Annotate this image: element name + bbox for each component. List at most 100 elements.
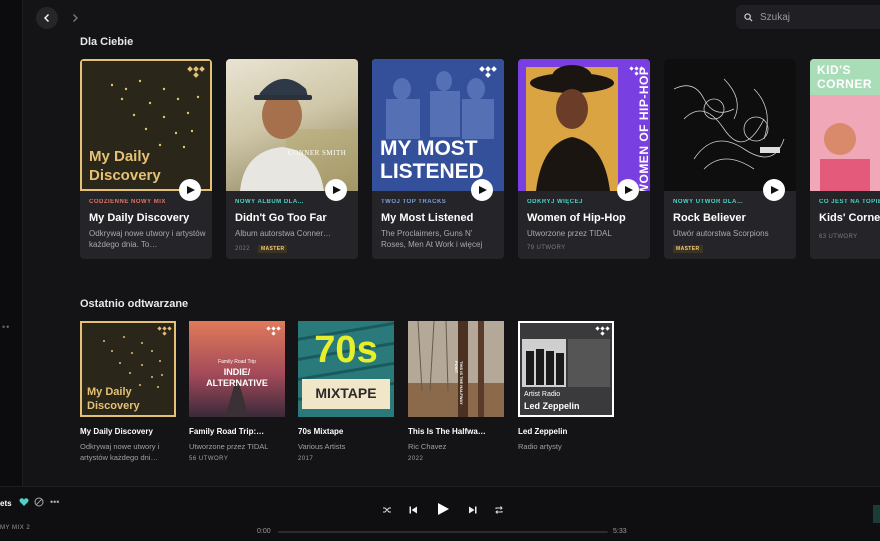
recent-artwork: My Daily Discovery: [80, 321, 176, 417]
player-edge-accent: [873, 505, 880, 523]
card-subtitle: The Proclaimers, Guns N' Roses, Men At W…: [381, 229, 483, 249]
play-icon: [625, 186, 633, 194]
recent-title: This Is The Halfwa…: [408, 427, 486, 436]
featured-card-rock-believer[interactable]: NOWY UTWÓR DLA… Rock Believer Utwór auto…: [664, 59, 796, 259]
recent-artwork: Family Road Trip INDIE/ ALTERNATIVE: [189, 321, 285, 417]
recent-subtitle: Odkrywaj nowe utwory i artystów każdego …: [80, 442, 160, 462]
master-badge: MASTER: [673, 245, 703, 253]
back-button[interactable]: [36, 7, 58, 29]
elapsed-time: 0:00: [257, 528, 271, 535]
sidebar: ••: [0, 0, 23, 486]
shuffle-icon[interactable]: [382, 505, 392, 515]
card-eyebrow: NOWY ALBUM DLA…: [235, 199, 305, 205]
next-track-icon[interactable]: [468, 505, 478, 515]
card-title: Rock Believer: [673, 212, 746, 224]
card-title: My Most Listened: [381, 212, 474, 224]
block-icon[interactable]: [34, 497, 44, 507]
progress-bar[interactable]: [278, 531, 608, 533]
recent-subtitle: Radio artysty: [518, 442, 562, 451]
tidal-logo-icon: [157, 326, 172, 336]
search-input[interactable]: [758, 10, 880, 24]
recent-art-top: Family Road Trip: [218, 359, 256, 365]
play-icon: [333, 186, 341, 194]
recent-art-line2: ALTERNATIVE: [206, 378, 268, 388]
card-artwork: KID'S CORNER: [810, 59, 880, 191]
play-button[interactable]: [179, 179, 201, 201]
play-button[interactable]: [763, 179, 785, 201]
recent-art-line1: 70s: [314, 329, 378, 371]
card-artwork: WOMEN OF HIP-HOP: [518, 59, 650, 191]
card-eyebrow: TWÓJ TOP TRACKS: [381, 199, 447, 205]
card-title: Didn't Go Too Far: [235, 212, 327, 224]
recent-title: Family Road Trip:…: [189, 427, 265, 436]
card-title: My Daily Discovery: [89, 212, 190, 224]
recent-info: 56 UTWORY: [189, 456, 229, 462]
more-options-icon[interactable]: •••: [50, 497, 59, 507]
forward-button[interactable]: [64, 7, 86, 29]
tidal-logo-icon: [187, 66, 205, 78]
portrait-artwork: [240, 78, 358, 191]
play-icon: [187, 186, 195, 194]
recent-title: 70s Mixtape: [298, 427, 344, 436]
sidebar-more-icon[interactable]: ••: [2, 322, 10, 332]
recent-art-line1: My Daily: [87, 386, 132, 398]
card-year: 2022: [235, 246, 250, 252]
repeat-icon[interactable]: [494, 505, 504, 515]
previous-track-icon[interactable]: [408, 505, 418, 515]
featured-card-didnt-go-too-far[interactable]: CONNER SMITH NOWY ALBUM DLA… Didn't Go T…: [226, 59, 358, 259]
main-content: Dla Ciebie My Daily Discovery: [23, 0, 880, 486]
card-art-text: MY MOST LISTENED: [380, 137, 484, 183]
card-artwork: CONNER SMITH: [226, 59, 358, 191]
play-button[interactable]: [617, 179, 639, 201]
card-eyebrow: CODZIENNE NOWY MIX: [89, 199, 166, 205]
featured-card-women-of-hip-hop[interactable]: WOMEN OF HIP-HOP ODKRYJ WIĘCEJ Women of …: [518, 59, 650, 259]
recent-title: My Daily Discovery: [80, 427, 153, 436]
recent-artwork: Artist Radio Led Zeppelin: [518, 321, 614, 417]
search-icon: [744, 12, 753, 22]
recent-title: Led Zeppelin: [518, 427, 568, 436]
card-track-count: 63 UTWORY: [819, 234, 858, 240]
card-artwork: My Daily Discovery: [80, 59, 212, 191]
card-subtitle: Utworzone przez TIDAL: [527, 229, 612, 238]
card-art-text: CONNER SMITH: [288, 149, 347, 157]
play-icon: [771, 186, 779, 194]
card-subtitle: Album autorstwa Conner…: [235, 229, 332, 238]
favorite-heart-icon[interactable]: [19, 497, 29, 507]
recent-subtitle: Various Artists: [298, 442, 346, 451]
card-artwork: MY MOST LISTENED: [372, 59, 504, 191]
recent-art-top: Artist Radio: [524, 391, 561, 398]
master-badge: MASTER: [257, 245, 288, 253]
recent-art-line2: MIXTAPE: [315, 385, 377, 401]
card-track-count: 79 UTWORY: [527, 245, 566, 251]
featured-card-my-most-listened[interactable]: MY MOST LISTENED TWÓJ TOP TRACKS My Most…: [372, 59, 504, 259]
card-title: Women of Hip-Hop: [527, 212, 626, 224]
recent-artwork: 70s MIXTAPE: [298, 321, 394, 417]
search-box[interactable]: [736, 5, 880, 29]
recent-info: 2017: [298, 456, 314, 462]
recent-info: 2022: [408, 456, 424, 462]
card-artwork: [664, 59, 796, 191]
play-button[interactable]: [471, 179, 493, 201]
now-playing-title[interactable]: ets: [0, 499, 12, 508]
chevron-left-icon: [44, 14, 49, 22]
play-button[interactable]: [325, 179, 347, 201]
total-time: 5:33: [613, 528, 627, 535]
section-title-for-you: Dla Ciebie: [80, 36, 134, 48]
play-pause-button[interactable]: [436, 502, 450, 516]
card-eyebrow: CO JEST NA TOPIE: [819, 199, 880, 205]
card-art-text: My Daily Discovery: [89, 148, 161, 184]
now-playing-source[interactable]: MY MIX 2: [0, 525, 30, 531]
card-eyebrow: NOWY UTWÓR DLA…: [673, 199, 744, 205]
card-eyebrow: ODKRYJ WIĘCEJ: [527, 199, 583, 205]
recent-art-line2: Discovery: [87, 400, 140, 412]
card-title: Kids' Corner: [819, 212, 880, 224]
line-art-artwork: [673, 78, 785, 170]
recent-artwork: THIS IS THE HALFWAY POINT: [408, 321, 504, 417]
card-subtitle: Odkrywaj nowe utwory i artystów każdego …: [89, 229, 206, 249]
featured-card-kids-corner[interactable]: KID'S CORNER CO JEST NA TOPIE Kids' Corn…: [810, 59, 880, 259]
play-icon: [479, 186, 487, 194]
chevron-right-icon: [73, 14, 78, 22]
recent-subtitle: Ric Chavez: [408, 442, 447, 451]
featured-card-daily-discovery[interactable]: My Daily Discovery CODZIENNE NOWY MIX My…: [80, 59, 212, 259]
recent-subtitle: Utworzone przez TIDAL: [189, 442, 269, 451]
